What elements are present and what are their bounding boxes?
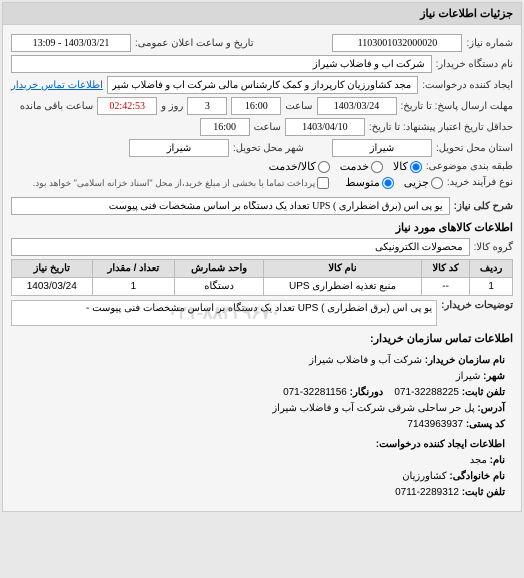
- family-v: کشاورزیان: [402, 471, 446, 482]
- process-radio-group: جزیی متوسط: [345, 176, 443, 189]
- tel2-v: 2289312-0711: [395, 487, 459, 498]
- th-unit: واحد شمارش: [175, 260, 264, 278]
- validity-label: حداقل تاریخ اعتبار پیشنهاد: تا تاریخ:: [369, 122, 513, 133]
- goods-table: ردیف کد کالا نام کالا واحد شمارش تعداد /…: [11, 259, 513, 296]
- th-row: ردیف: [470, 260, 513, 278]
- fax-l: دورنگار:: [350, 387, 384, 398]
- radio-service[interactable]: خدمت: [340, 160, 383, 173]
- contact-block: نام سازمان خریدار: شرکت آب و فاضلاب شیرا…: [11, 349, 513, 505]
- process-label: نوع فرآیند خرید:: [447, 177, 513, 188]
- post-l: کد پستی:: [466, 419, 505, 430]
- contact-link[interactable]: اطلاعات تماس خریدار: [11, 80, 103, 91]
- contact-section-title: اطلاعات تماس سازمان خریدار:: [11, 332, 513, 345]
- city-l: شهر:: [483, 371, 505, 382]
- deadline-date-input[interactable]: [317, 97, 397, 115]
- org-name-l: نام سازمان خریدار:: [425, 355, 505, 366]
- summary-label: شرح کلی نیاز:: [454, 201, 513, 212]
- radio-medium-label: متوسط: [345, 176, 380, 189]
- delivery-city-input[interactable]: [129, 139, 229, 157]
- radio-medium[interactable]: متوسط: [345, 176, 394, 189]
- radio-both[interactable]: کالا/خدمت: [269, 160, 330, 173]
- group-label: گروه کالا:: [474, 242, 513, 253]
- need-details-panel: جزئیات اطلاعات نیاز شماره نیاز: تاریخ و …: [2, 2, 522, 512]
- radio-goods[interactable]: کالا: [393, 160, 422, 173]
- family-l: نام خانوادگی:: [449, 471, 505, 482]
- type-radio-group: کالا خدمت کالا/خدمت: [269, 160, 422, 173]
- delivery-state-input[interactable]: [332, 139, 432, 157]
- org-label: نام دستگاه خریدار:: [436, 59, 513, 70]
- days-input[interactable]: [187, 97, 227, 115]
- radio-small-label: جزیی: [404, 176, 429, 189]
- fax-v: 32281156-071: [283, 387, 347, 398]
- th-code: کد کالا: [422, 260, 470, 278]
- cell-row: 1: [470, 278, 513, 296]
- validity-hour-input[interactable]: [200, 118, 250, 136]
- table-row[interactable]: 1 -- منبع تغذیه اضطراری UPS دستگاه 1 140…: [12, 278, 513, 296]
- tel-v: 32288225-071: [394, 387, 459, 398]
- delivery-city-label: شهر محل تحویل:: [233, 143, 304, 154]
- cell-unit: دستگاه: [175, 278, 264, 296]
- payment-label: پرداخت تماما یا بخشی از مبلغ خرید،از محل…: [33, 178, 315, 189]
- tel2-l: تلفن ثابت:: [462, 487, 505, 498]
- summary-input[interactable]: [11, 197, 450, 215]
- cell-code: --: [422, 278, 470, 296]
- addr-l: آدرس:: [477, 403, 505, 414]
- radio-small[interactable]: جزیی: [404, 176, 443, 189]
- tel-l: تلفن ثابت:: [462, 387, 505, 398]
- payment-checkbox[interactable]: پرداخت تماما یا بخشی از مبلغ خرید،از محل…: [33, 176, 329, 189]
- group-input[interactable]: [11, 238, 470, 256]
- goods-section-title: اطلاعات کالاهای مورد نیاز: [11, 221, 513, 234]
- cell-qty: 1: [92, 278, 175, 296]
- buyer-note-label: توضیحات خریدار:: [441, 300, 513, 311]
- buyer-note-text: یو پی اس (برق اضطراری ) UPS تعداد یک دست…: [86, 303, 432, 314]
- announce-input[interactable]: [11, 34, 131, 52]
- th-date: تاریخ نیاز: [12, 260, 93, 278]
- need-no-input[interactable]: [332, 34, 462, 52]
- deadline-label: مهلت ارسال پاسخ: تا تاریخ:: [401, 101, 513, 112]
- cell-date: 1403/03/24: [12, 278, 93, 296]
- org-name-v: شرکت آب و فاضلاب شیراز: [309, 355, 422, 366]
- announce-label: تاریخ و ساعت اعلان عمومی:: [135, 38, 254, 49]
- buyer-note-box: یو پی اس (برق اضطراری ) UPS تعداد یک دست…: [11, 300, 437, 326]
- post-v: 7143963937: [407, 419, 463, 430]
- city-v: شیراز: [456, 371, 481, 382]
- creator-input[interactable]: [107, 76, 418, 94]
- radio-goods-label: کالا: [393, 160, 408, 173]
- table-header-row: ردیف کد کالا نام کالا واحد شمارش تعداد /…: [12, 260, 513, 278]
- hour-label-2: ساعت: [254, 122, 281, 133]
- need-no-label: شماره نیاز:: [466, 38, 513, 49]
- cell-name: منبع تغذیه اضطراری UPS: [263, 278, 421, 296]
- hour-label: ساعت: [285, 101, 312, 112]
- creator-info-title: اطلاعات ایجاد کننده درخواست:: [19, 437, 505, 453]
- creator-label: ایجاد کننده درخواست:: [422, 80, 513, 91]
- org-input[interactable]: [11, 55, 432, 73]
- name-l: نام:: [490, 455, 505, 466]
- radio-both-label: کالا/خدمت: [269, 160, 316, 173]
- th-qty: تعداد / مقدار: [92, 260, 175, 278]
- validity-date-input[interactable]: [285, 118, 365, 136]
- deadline-hour-input[interactable]: [231, 97, 281, 115]
- remain-input: [97, 97, 157, 115]
- th-name: نام کالا: [263, 260, 421, 278]
- remain-label: ساعت باقی مانده: [20, 101, 93, 112]
- addr-v: پل حر ساحلی شرقی شرکت آب و فاضلاب شیراز: [272, 403, 474, 414]
- name-v: مجد: [470, 455, 487, 466]
- type-label: طبقه بندی موضوعی:: [426, 161, 513, 172]
- delivery-state-label: استان محل تحویل:: [436, 143, 513, 154]
- days-label: روز و: [161, 101, 183, 112]
- panel-title: جزئیات اطلاعات نیاز: [3, 3, 521, 25]
- radio-service-label: خدمت: [340, 160, 369, 173]
